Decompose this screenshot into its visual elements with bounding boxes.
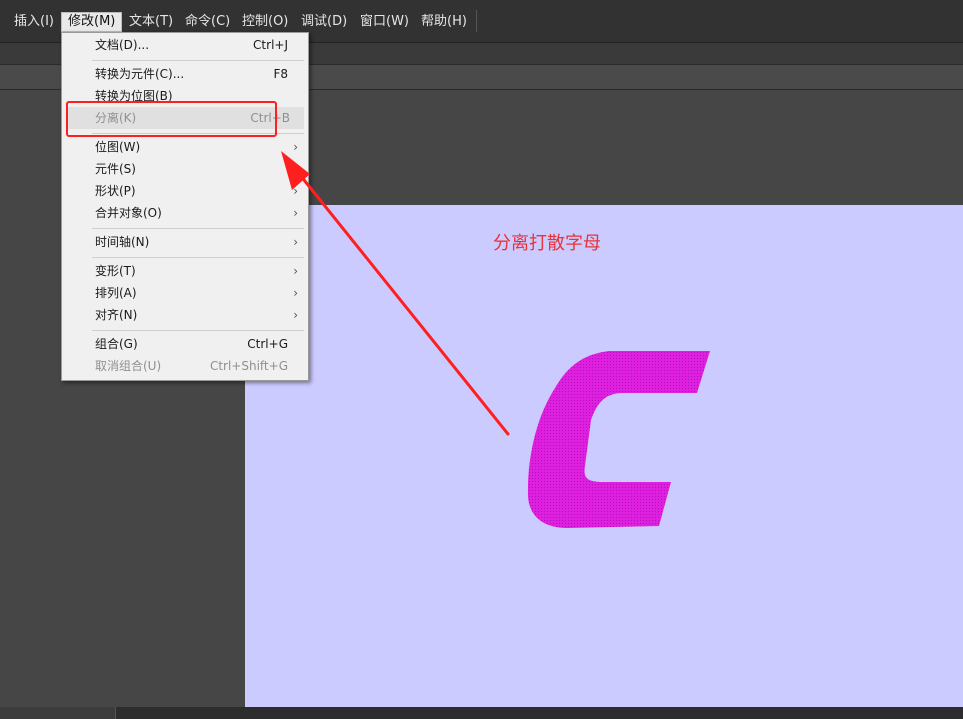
menu-item-label: 对齐(N) [95, 308, 138, 322]
timeline-tab[interactable] [0, 707, 116, 719]
menu-control[interactable]: 控制(O) [236, 13, 294, 31]
submenu-arrow-icon: › [293, 286, 298, 300]
menu-item-combine-objects[interactable]: 合并对象(O) › [62, 202, 308, 224]
menu-insert[interactable]: 插入(I) [8, 13, 60, 31]
stage-canvas[interactable]: 分离打散字母 [245, 205, 963, 707]
menu-item-label: 排列(A) [95, 286, 137, 300]
menu-item-shortcut: Ctrl+J [253, 38, 288, 52]
menu-item-label: 时间轴(N) [95, 235, 150, 249]
menu-item-convert-to-symbol[interactable]: 转换为元件(C)... F8 [62, 63, 308, 85]
menu-debug[interactable]: 调试(D) [295, 13, 353, 31]
menu-divider [92, 257, 304, 258]
letter-c-shape[interactable] [525, 348, 715, 533]
menu-item-label: 元件(S) [95, 162, 136, 176]
menu-modify[interactable]: 修改(M) [61, 12, 123, 32]
menubar-divider [476, 10, 477, 32]
submenu-arrow-icon: › [293, 184, 298, 198]
menu-item-bitmap[interactable]: 位图(W) › [62, 136, 308, 158]
menu-item-shortcut: Ctrl+G [247, 337, 288, 351]
menu-help[interactable]: 帮助(H) [415, 13, 473, 31]
menu-item-symbol[interactable]: 元件(S) [62, 158, 308, 180]
menu-commands[interactable]: 命令(C) [179, 13, 236, 31]
menu-item-shortcut: F8 [273, 67, 288, 81]
submenu-arrow-icon: › [293, 206, 298, 220]
menu-item-label: 合并对象(O) [95, 206, 162, 220]
menu-item-label: 组合(G) [95, 337, 138, 351]
menu-item-document[interactable]: 文档(D)... Ctrl+J [62, 34, 308, 56]
menu-window[interactable]: 窗口(W) [354, 13, 415, 31]
menu-item-group[interactable]: 组合(G) Ctrl+G [62, 333, 308, 355]
submenu-arrow-icon: › [293, 308, 298, 322]
modify-menu-dropdown: 文档(D)... Ctrl+J 转换为元件(C)... F8 转换为位图(B) … [61, 32, 309, 381]
menu-item-transform[interactable]: 变形(T) › [62, 260, 308, 282]
menu-item-shape[interactable]: 形状(P) › [62, 180, 308, 202]
annotation-text: 分离打散字母 [493, 233, 601, 254]
menu-item-label: 转换为元件(C)... [95, 67, 185, 81]
menu-item-label: 变形(T) [95, 264, 136, 278]
submenu-arrow-icon: › [293, 264, 298, 278]
menu-text[interactable]: 文本(T) [123, 13, 179, 31]
menu-item-align[interactable]: 对齐(N) › [62, 304, 308, 326]
menu-item-label: 形状(P) [95, 184, 136, 198]
menu-item-ungroup[interactable]: 取消组合(U) Ctrl+Shift+G [62, 355, 308, 377]
menu-item-label: 文档(D)... [95, 38, 150, 52]
submenu-arrow-icon: › [293, 140, 298, 154]
menu-divider [92, 330, 304, 331]
menu-item-label: 取消组合(U) [95, 359, 162, 373]
menu-item-timeline[interactable]: 时间轴(N) › [62, 231, 308, 253]
annotation-highlight-box [66, 101, 277, 137]
timeline-strip [0, 707, 963, 719]
menu-divider [92, 228, 304, 229]
menu-item-label: 位图(W) [95, 140, 141, 154]
menu-item-shortcut: Ctrl+Shift+G [209, 359, 288, 373]
menu-item-arrange[interactable]: 排列(A) › [62, 282, 308, 304]
menu-divider [92, 60, 304, 61]
submenu-arrow-icon: › [293, 235, 298, 249]
